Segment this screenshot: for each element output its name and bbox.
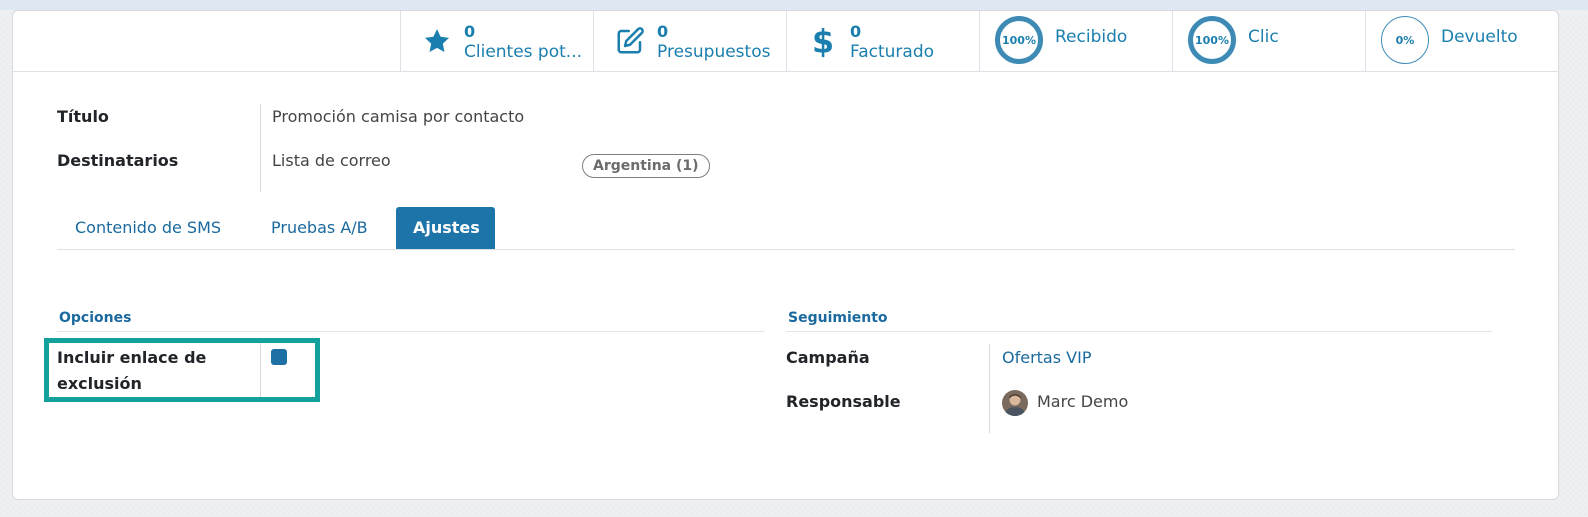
avatar <box>1002 390 1028 416</box>
leads-count: 0 <box>464 22 476 41</box>
options-section-title: Opciones <box>59 310 132 326</box>
quotations-button[interactable]: 0 Presupuestos <box>593 11 786 71</box>
campaign-label: Campaña <box>786 348 870 367</box>
title-field[interactable]: Promoción camisa por contacto <box>272 106 524 128</box>
bounced-ratio-ring: 0% <box>1381 16 1429 64</box>
edit-icon <box>614 24 646 58</box>
form-sheet: 0 Clientes pot... 0 Presupuestos $ 0 Fac… <box>12 10 1559 500</box>
tabs-underline <box>57 249 1515 250</box>
star-icon <box>421 24 453 58</box>
bounced-label: Devuelto <box>1441 27 1518 47</box>
leads-button[interactable]: 0 Clientes pot... <box>400 11 593 71</box>
invoiced-count: 0 <box>850 22 862 41</box>
clicked-label: Clic <box>1248 27 1279 47</box>
clicked-button[interactable]: 100% Clic <box>1172 11 1365 71</box>
tab-settings[interactable]: Ajustes <box>396 207 495 249</box>
tab-sms-content[interactable]: Contenido de SMS <box>58 207 238 249</box>
received-button[interactable]: 100% Recibido <box>979 11 1172 71</box>
tracking-separator <box>989 344 990 433</box>
svg-text:$: $ <box>812 24 834 58</box>
field-separator <box>260 104 261 192</box>
responsible-label: Responsable <box>786 392 901 411</box>
recipients-field[interactable]: Lista de correo <box>272 150 391 172</box>
responsible-field[interactable]: Marc Demo <box>1037 391 1128 413</box>
recipients-label: Destinatarios <box>57 151 179 170</box>
tracking-section-title: Seguimiento <box>788 310 888 326</box>
title-label: Título <box>57 107 109 126</box>
bounced-button[interactable]: 0% Devuelto <box>1365 11 1558 71</box>
options-section-divider <box>57 331 765 332</box>
quotations-count: 0 <box>657 22 669 41</box>
tracking-section-divider <box>786 331 1492 332</box>
recipients-filter-tag[interactable]: Argentina (1) <box>582 154 710 178</box>
top-strip <box>0 0 1588 10</box>
campaign-link[interactable]: Ofertas VIP <box>1002 347 1091 369</box>
clicked-ratio-ring: 100% <box>1188 16 1236 64</box>
quotations-label: Presupuestos <box>657 42 771 62</box>
received-label: Recibido <box>1055 27 1128 47</box>
received-ratio-ring: 100% <box>995 16 1043 64</box>
invoiced-label: Facturado <box>850 42 935 62</box>
tab-ab-testing[interactable]: Pruebas A/B <box>254 207 385 249</box>
invoiced-button[interactable]: $ 0 Facturado <box>786 11 979 71</box>
dollar-icon: $ <box>807 24 839 58</box>
smart-buttons-row: 0 Clientes pot... 0 Presupuestos $ 0 Fac… <box>13 11 1558 72</box>
highlight-frame <box>44 338 320 402</box>
leads-label: Clientes pot... <box>464 42 582 62</box>
